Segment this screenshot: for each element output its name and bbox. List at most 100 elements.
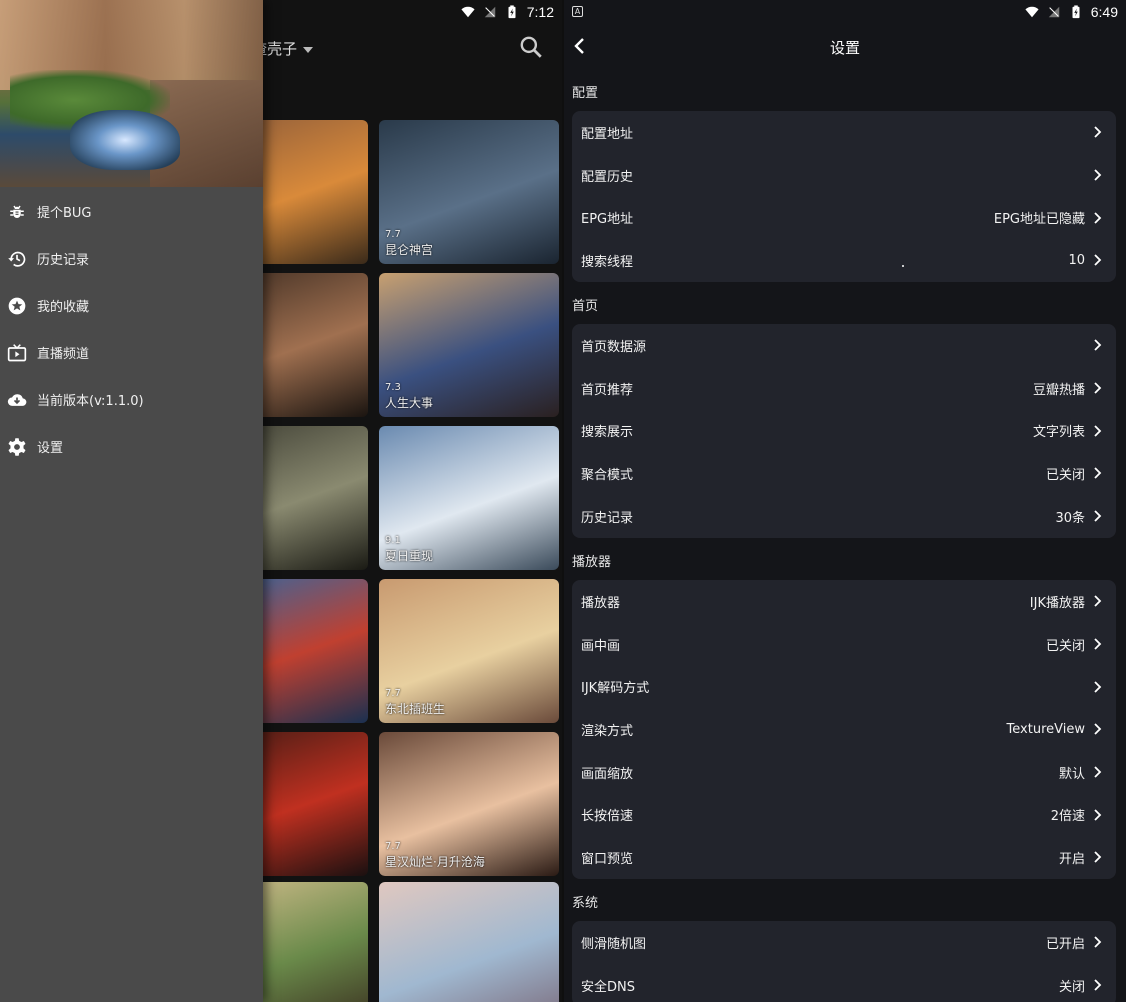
settings-row-label: 窗口预览 (581, 851, 634, 867)
settings-group: 侧滑随机图 已开启安全DNS 关闭 (572, 921, 1116, 1002)
settings-row-value: IJK播放器 (1029, 595, 1085, 611)
settings-row-value: 10 (1068, 252, 1085, 268)
notification-icon: A (572, 6, 583, 17)
card-rating: 7.3 (385, 382, 401, 393)
settings-row-label: 配置地址 (581, 126, 634, 142)
drawer-item-label: 历史记录 (37, 253, 90, 268)
status-time: 7:12 (526, 4, 554, 20)
star-icon (6, 295, 28, 317)
chevron-right-icon (1094, 212, 1102, 224)
right-screen: A 6:49 设置 配置 配置地址 配置历史 EPG地址 EPG地址已隐藏 搜索线程 10 首… (564, 0, 1126, 1002)
drawer-item-live[interactable]: 直播频道 (0, 329, 263, 376)
bug-icon (6, 201, 28, 223)
signal-icon (1048, 6, 1059, 18)
chevron-right-icon (1094, 851, 1102, 864)
settings-row[interactable]: 首页推荐 豆瓣热播 (572, 367, 1116, 410)
settings-row-value: 2倍速 (1050, 809, 1085, 825)
video-card[interactable]: 7.7 星汉灿烂·月升沧海 (379, 732, 559, 876)
settings-row-value: 默认 (1058, 766, 1085, 782)
drawer-item-label: 提个BUG (37, 206, 92, 221)
settings-row-label: 配置历史 (581, 169, 634, 185)
chevron-right-icon (1094, 595, 1102, 607)
chevron-right-icon (1094, 510, 1102, 522)
section-header: 首页 (572, 299, 599, 314)
settings-toolbar: 设置 (564, 24, 1126, 70)
settings-row[interactable]: 聚合模式 已关闭 (572, 452, 1116, 495)
search-icon[interactable] (518, 34, 544, 60)
video-card[interactable] (379, 882, 559, 1002)
card-title: 人生大事 (385, 396, 434, 410)
chevron-right-icon (1094, 339, 1102, 351)
settings-row[interactable]: 配置历史 (572, 154, 1116, 197)
card-rating: 7.7 (385, 841, 401, 852)
chevron-right-icon (1094, 382, 1102, 394)
settings-row-label: 长按倍速 (581, 809, 634, 825)
settings-row[interactable]: 安全DNS 关闭 (572, 964, 1116, 1002)
status-time: 6:49 (1090, 4, 1118, 20)
section-header: 播放器 (572, 555, 612, 570)
settings-row-label: 画中画 (581, 638, 621, 654)
chevron-right-icon (1094, 809, 1102, 821)
drawer-item-version[interactable]: 当前版本(v:1.1.0) (0, 376, 263, 423)
settings-row[interactable]: 搜索线程 10 (572, 239, 1116, 282)
wifi-icon (461, 6, 475, 18)
settings-row[interactable]: 画中画 已关闭 (572, 623, 1116, 666)
video-card[interactable]: 9.1 夏日重现 (379, 426, 559, 570)
drawer-item-settings[interactable]: 设置 (0, 423, 263, 470)
settings-row-label: 首页推荐 (581, 382, 634, 398)
drawer-item-label: 直播频道 (37, 347, 90, 362)
drawer-item-favorites[interactable]: 我的收藏 (0, 282, 263, 329)
section-header: 系统 (572, 896, 599, 911)
drawer-item-history[interactable]: 历史记录 (0, 235, 263, 282)
navigation-drawer: 提个BUG 历史记录 我的收藏 直播频道 当前版本(v:1.1.0) 设置 (0, 0, 263, 1002)
drawer-item-label: 设置 (37, 441, 64, 456)
settings-row[interactable]: 搜索展示 文字列表 (572, 409, 1116, 452)
drawer-menu: 提个BUG 历史记录 我的收藏 直播频道 当前版本(v:1.1.0) 设置 (0, 188, 263, 470)
settings-row-value: 已关闭 (1045, 467, 1085, 483)
signal-icon (484, 6, 495, 18)
drawer-item-label: 我的收藏 (37, 300, 90, 315)
battery-icon (508, 5, 516, 19)
chevron-right-icon (1094, 979, 1102, 991)
history-icon (6, 248, 28, 270)
status-bar: A 6:49 (564, 0, 1126, 24)
card-rating: 7.7 (385, 229, 401, 240)
settings-row-label: 安全DNS (581, 979, 635, 995)
settings-row-label: 画面缩放 (581, 766, 634, 782)
settings-row-value: 豆瓣热播 (1032, 382, 1085, 398)
settings-row-label: 搜索展示 (581, 425, 634, 441)
settings-row-label: 渲染方式 (581, 723, 634, 739)
chevron-right-icon (1094, 425, 1102, 437)
settings-row-label: 聚合模式 (581, 467, 634, 483)
settings-row[interactable]: 侧滑随机图 已开启 (572, 921, 1116, 964)
tv-icon (6, 342, 28, 364)
settings-row[interactable]: 首页数据源 (572, 324, 1116, 367)
settings-group: 播放器 IJK播放器 画中画 已关闭 IJK解码方式 渲染方式 TextureView 画面缩… (572, 580, 1116, 879)
card-rating: 7.7 (385, 688, 401, 699)
chevron-right-icon (1094, 467, 1102, 480)
video-card[interactable]: 7.7 昆仑神宫 (379, 120, 559, 264)
settings-row[interactable]: 画面缩放 默认 (572, 751, 1116, 794)
settings-row[interactable]: 长按倍速 2倍速 (572, 793, 1116, 836)
settings-row[interactable]: 播放器 IJK播放器 (572, 580, 1116, 623)
video-card[interactable]: 7.3 人生大事 (379, 273, 559, 417)
chevron-right-icon (1094, 254, 1102, 267)
drawer-item-bug[interactable]: 提个BUG (0, 188, 263, 235)
drawer-item-label: 当前版本(v:1.1.0) (37, 394, 144, 409)
card-title: 昆仑神宫 (385, 243, 434, 257)
settings-row[interactable]: 配置地址 (572, 111, 1116, 154)
settings-row[interactable]: EPG地址 EPG地址已隐藏 (572, 196, 1116, 239)
video-card[interactable]: 7.7 东北插班生 (379, 579, 559, 723)
settings-group: 配置地址配置历史 EPG地址 EPG地址已隐藏 搜索线程 10 (572, 111, 1116, 282)
settings-row[interactable]: IJK解码方式 (572, 665, 1116, 708)
card-rating: 9.1 (385, 535, 401, 546)
settings-row-label: 历史记录 (581, 510, 634, 526)
settings-row-label: EPG地址 (581, 212, 634, 228)
settings-row[interactable]: 渲染方式 TextureView (572, 708, 1116, 751)
chevron-right-icon (1094, 169, 1102, 181)
card-title: 夏日重现 (385, 549, 434, 563)
settings-row[interactable]: 窗口预览 开启 (572, 836, 1116, 879)
chevron-right-icon (1094, 723, 1102, 736)
settings-row-value: 关闭 (1058, 979, 1085, 995)
settings-row[interactable]: 历史记录 30条 (572, 495, 1116, 538)
